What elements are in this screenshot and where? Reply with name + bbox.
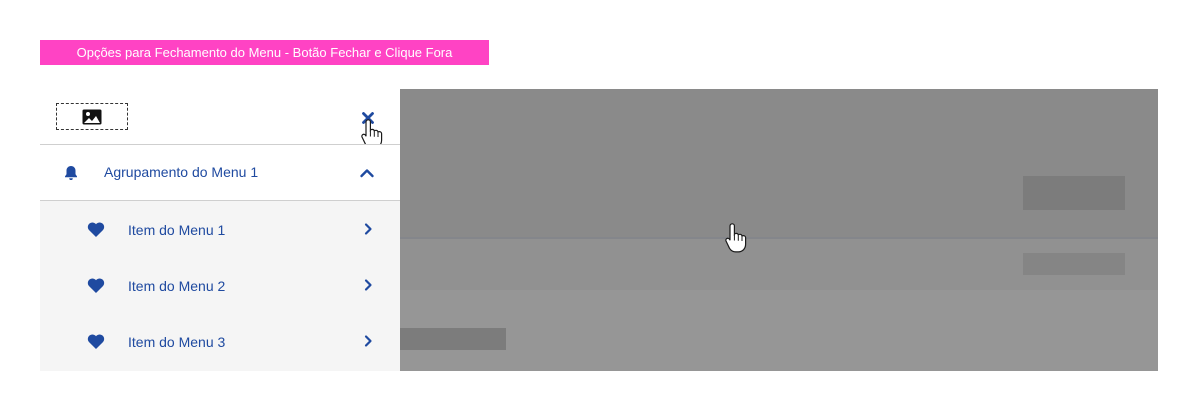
chevron-right-icon: [364, 335, 372, 347]
chevron-up-icon: [360, 169, 374, 178]
menu-item-1[interactable]: Item do Menu 1: [40, 201, 400, 257]
heart-icon: [87, 278, 105, 293]
chevron-right-icon: [364, 279, 372, 291]
chevron-right-icon: [364, 223, 372, 235]
heart-icon: [87, 222, 105, 237]
menu-group-toggle[interactable]: Agrupamento do Menu 1: [40, 145, 400, 200]
menu-header: [40, 89, 400, 149]
heart-icon: [87, 334, 105, 349]
annotation-banner: Opções para Fechamento do Menu - Botão F…: [40, 40, 489, 65]
menu-item-label: Item do Menu 1: [128, 222, 226, 238]
logo-placeholder: [56, 103, 128, 130]
bell-icon: [65, 166, 77, 180]
menu-group-label: Agrupamento do Menu 1: [104, 164, 259, 180]
app-frame: lho: [40, 89, 1158, 371]
menu-items-list: Item do Menu 1 Item do Menu 2 Item do Me: [40, 201, 400, 371]
side-menu: Agrupamento do Menu 1 Item do Menu 1 Ite…: [40, 89, 400, 371]
menu-item-3[interactable]: Item do Menu 3: [40, 313, 400, 369]
image-icon: [82, 109, 102, 124]
menu-item-label: Item do Menu 2: [128, 278, 226, 294]
hand-cursor-icon: [725, 223, 747, 253]
menu-item-2[interactable]: Item do Menu 2: [40, 257, 400, 313]
menu-item-label: Item do Menu 3: [128, 334, 226, 350]
